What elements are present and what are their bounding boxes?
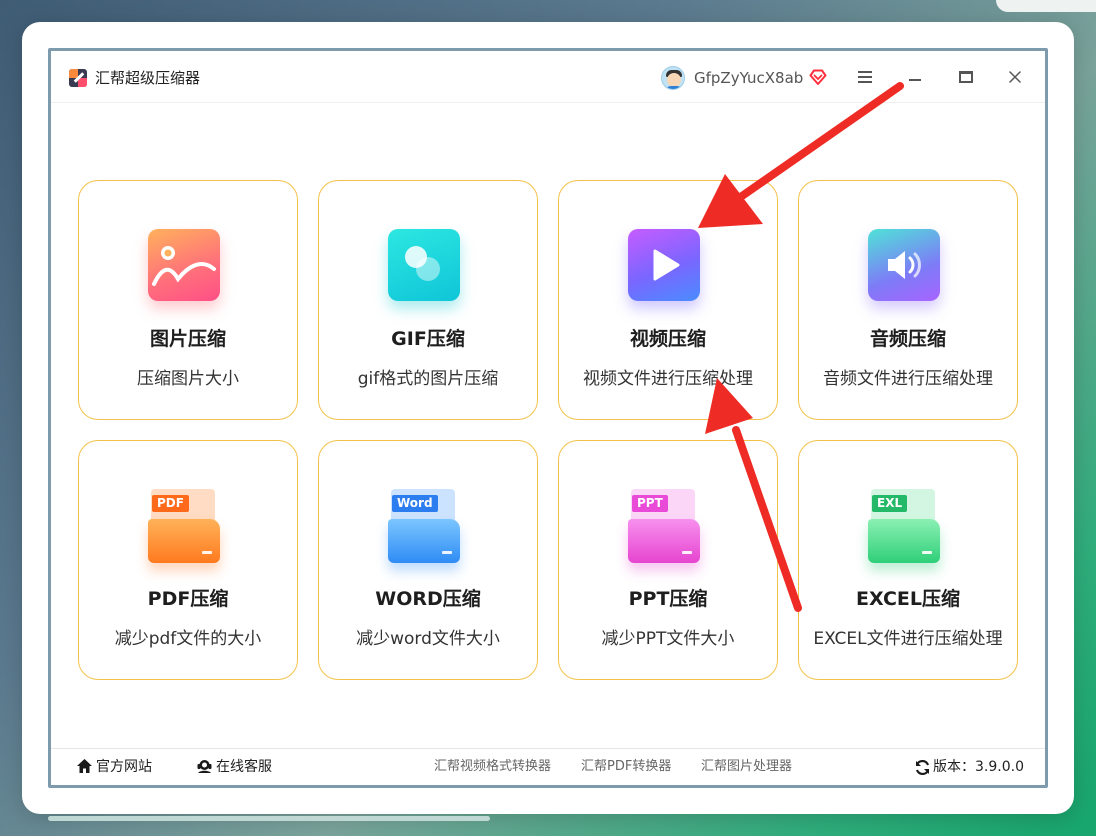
card-desc: 减少PPT文件大小 xyxy=(601,629,735,649)
customer-service-icon[interactable] xyxy=(196,758,213,774)
card-title: 视频压缩 xyxy=(629,328,706,350)
gif-icon xyxy=(388,229,460,301)
card-desc: gif格式的图片压缩 xyxy=(357,369,499,389)
online-support-link[interactable]: 在线客服 xyxy=(216,758,272,776)
footer: 官方网站 在线客服 汇帮视频格式转换器 汇帮PDF转换器 汇帮图片处理器 版本：… xyxy=(51,749,1045,785)
footer-link-video-converter[interactable]: 汇帮视频格式转换器 xyxy=(434,758,551,776)
play-icon xyxy=(628,229,700,301)
title-bar[interactable]: 汇帮超级压缩器 GfpZyYucX8ab xyxy=(51,51,1045,103)
footer-link-image-processor[interactable]: 汇帮图片处理器 xyxy=(701,758,792,776)
card-title: 音频压缩 xyxy=(869,328,946,350)
title-divider xyxy=(51,102,1045,103)
app-title: 汇帮超级压缩器 xyxy=(95,69,201,87)
card-excel-compress[interactable]: EXL EXCEL压缩 EXCEL文件进行压缩处理 xyxy=(798,440,1018,680)
minimize-icon[interactable] xyxy=(909,79,921,81)
card-title: PDF压缩 xyxy=(147,588,229,610)
folder-badge: PPT xyxy=(632,495,668,512)
maximize-icon[interactable] xyxy=(959,71,973,83)
folder-badge: PDF xyxy=(152,495,189,512)
refresh-icon[interactable] xyxy=(914,759,931,776)
card-title: PPT压缩 xyxy=(628,588,708,610)
speaker-icon xyxy=(868,229,940,301)
card-desc: 减少pdf文件的大小 xyxy=(114,629,262,649)
ppt-folder-icon: PPT xyxy=(628,489,706,567)
card-title: WORD压缩 xyxy=(375,588,481,610)
image-icon xyxy=(148,229,220,301)
card-pdf-compress[interactable]: PDF PDF压缩 减少pdf文件的大小 xyxy=(78,440,298,680)
footer-link-pdf-converter[interactable]: 汇帮PDF转换器 xyxy=(581,758,671,776)
card-video-compress[interactable]: 视频压缩 视频文件进行压缩处理 xyxy=(558,180,778,420)
card-ppt-compress[interactable]: PPT PPT压缩 减少PPT文件大小 xyxy=(558,440,778,680)
app-frame: 汇帮超级压缩器 GfpZyYucX8ab 图片压缩 压缩图片大小 GIF压缩 g… xyxy=(48,48,1048,788)
card-image-compress[interactable]: 图片压缩 压缩图片大小 xyxy=(78,180,298,420)
card-title: EXCEL压缩 xyxy=(856,588,960,610)
app-window: 汇帮超级压缩器 GfpZyYucX8ab 图片压缩 压缩图片大小 GIF压缩 g… xyxy=(51,51,1045,785)
card-desc: EXCEL文件进行压缩处理 xyxy=(813,629,1003,649)
card-title: GIF压缩 xyxy=(391,328,465,350)
card-desc: 音频文件进行压缩处理 xyxy=(823,369,993,389)
version-label: 版本：3.9.0.0 xyxy=(933,759,1024,775)
close-icon[interactable] xyxy=(1007,69,1023,85)
backdrop-corner xyxy=(996,0,1096,12)
card-desc: 视频文件进行压缩处理 xyxy=(583,369,753,389)
card-desc: 压缩图片大小 xyxy=(137,369,239,389)
card-audio-compress[interactable]: 音频压缩 音频文件进行压缩处理 xyxy=(798,180,1018,420)
word-folder-icon: Word xyxy=(388,489,466,567)
card-word-compress[interactable]: Word WORD压缩 减少word文件大小 xyxy=(318,440,538,680)
menu-icon[interactable] xyxy=(858,71,872,83)
username[interactable]: GfpZyYucX8ab xyxy=(694,69,803,87)
home-icon[interactable] xyxy=(76,758,93,774)
pdf-folder-icon: PDF xyxy=(148,489,226,567)
official-website-link[interactable]: 官方网站 xyxy=(96,758,152,776)
card-desc: 减少word文件大小 xyxy=(356,629,500,649)
user-avatar-icon[interactable] xyxy=(661,66,685,90)
backdrop-strip xyxy=(48,816,490,821)
card-gif-compress[interactable]: GIF压缩 gif格式的图片压缩 xyxy=(318,180,538,420)
vip-diamond-icon[interactable] xyxy=(809,68,827,86)
app-logo-icon xyxy=(69,69,87,87)
excel-folder-icon: EXL xyxy=(868,489,946,567)
folder-badge: EXL xyxy=(872,495,908,512)
card-title: 图片压缩 xyxy=(149,328,226,350)
folder-badge: Word xyxy=(392,495,438,512)
